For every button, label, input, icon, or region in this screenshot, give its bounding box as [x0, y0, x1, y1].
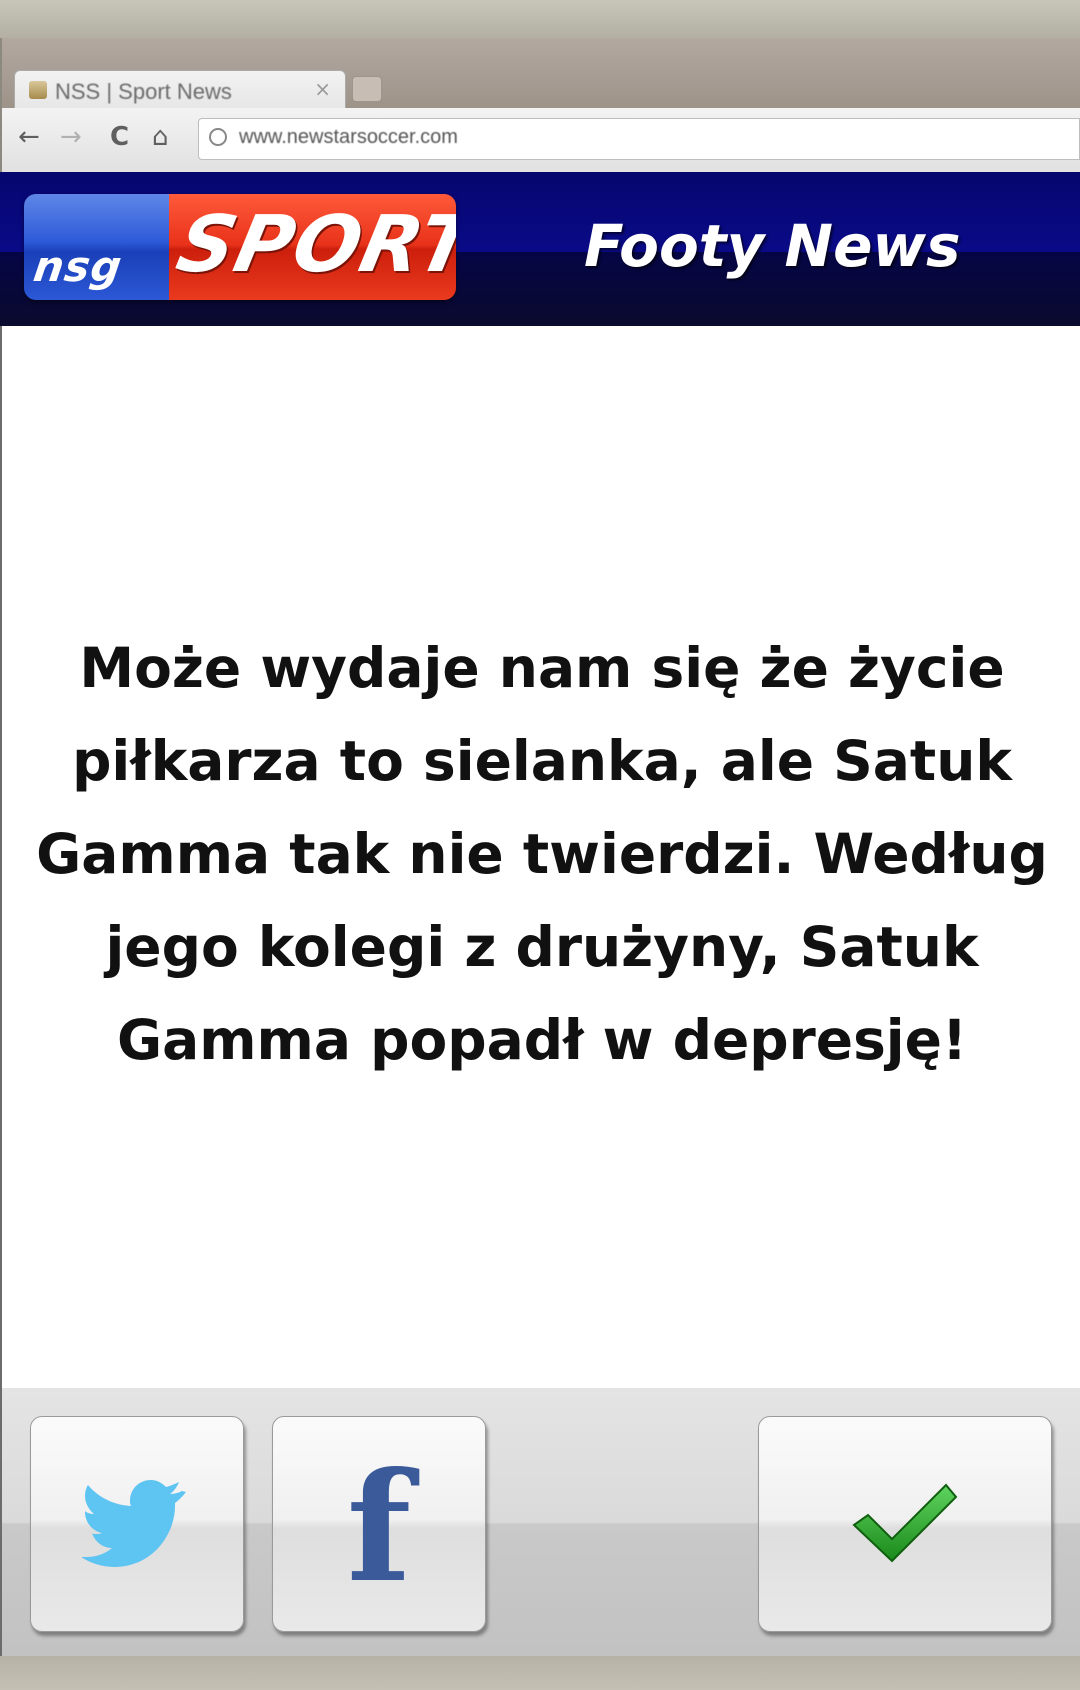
home-icon[interactable]: ⌂ [152, 122, 169, 152]
reload-icon[interactable]: C [110, 122, 129, 152]
forward-arrow-icon[interactable]: → [60, 122, 82, 152]
browser-tab[interactable]: NSS | Sport News × [14, 70, 346, 111]
nsg-sport-logo: nsg SPORT [24, 194, 456, 300]
twitter-bird-icon [82, 1480, 186, 1567]
url-text: www.newstarsoccer.com [239, 126, 458, 148]
confirm-button[interactable] [758, 1416, 1052, 1632]
address-bar[interactable]: www.newstarsoccer.com [198, 118, 1080, 160]
logo-sport-text: SPORT [169, 200, 456, 290]
favicon-icon [29, 81, 47, 99]
news-content: Może wydaje nam się że życie piłkarza to… [0, 326, 1080, 1388]
page-info-icon [209, 128, 227, 146]
page-title: Footy News [584, 212, 961, 280]
facebook-icon: f [346, 1440, 412, 1616]
new-tab-button[interactable] [352, 76, 382, 102]
navigation-bar: ← → C ⌂ www.newstarsoccer.com [2, 108, 1080, 172]
screen: NSS | Sport News × ← → C ⌂ www.newstarso… [0, 0, 1080, 1690]
twitter-icon-wrap [31, 1417, 243, 1631]
action-bar: f [0, 1388, 1080, 1656]
browser-chrome: NSS | Sport News × ← → C ⌂ www.newstarso… [0, 38, 1080, 172]
twitter-share-button[interactable] [30, 1416, 244, 1632]
tab-bar: NSS | Sport News × [2, 38, 1080, 111]
news-message: Może wydaje nam się że życie piłkarza to… [36, 636, 1048, 1072]
status-strip [0, 0, 1080, 38]
tab-title: NSS | Sport News [55, 79, 232, 104]
back-arrow-icon[interactable]: ← [18, 122, 40, 152]
facebook-share-button[interactable]: f [272, 1416, 486, 1632]
site-header: nsg SPORT Footy News [0, 172, 1080, 326]
logo-nsg-text: nsg [30, 242, 126, 291]
facebook-icon-wrap: f [273, 1417, 485, 1631]
checkmark-icon [852, 1483, 958, 1563]
checkmark-icon-wrap [759, 1417, 1051, 1631]
bottom-strip [0, 1656, 1080, 1690]
tab-close-icon[interactable]: × [314, 77, 331, 101]
